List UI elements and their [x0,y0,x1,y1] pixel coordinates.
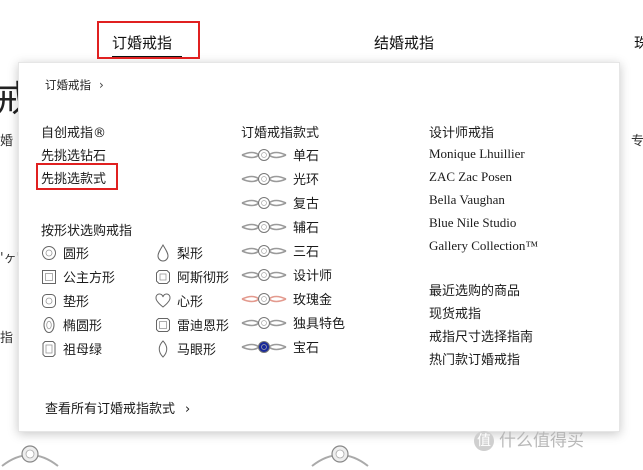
radiant-icon [156,317,170,332]
ring-style-icon [241,172,287,185]
shape-label: 马眼形 [177,343,217,358]
background-text-fragment: 婚 [0,134,14,149]
ready-to-ship-link[interactable]: 现货戒指 [429,303,481,322]
chevron-right-icon: › [185,402,191,417]
ring-style-label: 设计师 [293,269,333,284]
ring-style-icon [241,244,287,257]
ring-style-link[interactable]: 单石 [241,145,319,164]
breadcrumb-label: 订婚戒指 [45,78,91,92]
designer-link-bella-vaughan[interactable]: Bella Vaughan [429,192,505,208]
designer-rings-heading: 设计师戒指 [429,126,495,141]
shape-link-pear[interactable]: 梨形 [155,243,203,262]
view-all-engagement-rings-link[interactable]: 查看所有订婚戒指款式 › [45,398,190,417]
ring-style-label: 独具特色 [293,317,346,332]
ring-style-icon [241,340,287,353]
build-your-own-ring-link[interactable]: 自创戒指® [41,122,106,141]
heart-icon [155,293,171,308]
shape-link-princess[interactable]: 公主方形 [41,267,115,286]
shape-label: 公主方形 [63,271,116,286]
shape-label: 雷迪恩形 [177,319,230,334]
designer-link-gallery-collection[interactable]: Gallery Collection™ [429,238,538,254]
start-with-diamond-link[interactable]: 先挑选钻石 [41,145,106,164]
watermark: 值什么值得买 [474,426,584,451]
round-icon [42,245,56,260]
shape-link-round[interactable]: 圆形 [41,243,89,262]
emerald-icon [42,340,56,357]
background-text-fragment: 指 [0,331,14,346]
ring-style-icon [241,148,287,161]
background-text-fragment: 专 [631,134,643,149]
ring-style-icon [241,316,287,329]
recently-viewed-link[interactable]: 最近选购的商品 [429,280,520,299]
ring-style-label: 复古 [293,197,320,212]
ring-style-link[interactable]: 宝石 [241,337,319,356]
breadcrumb[interactable]: 订婚戒指 › [45,77,104,93]
princess-icon [42,269,56,284]
shape-link-emerald[interactable]: 祖母绿 [41,339,102,358]
designer-link-zac-posen[interactable]: ZAC Zac Posen [429,169,512,185]
oval-icon [43,316,55,333]
smzdm-logo-icon: 值 [474,431,494,451]
ring-style-icon [241,292,287,305]
shape-link-oval[interactable]: 椭圆形 [41,315,102,334]
ring-style-link[interactable]: 复古 [241,193,319,212]
ring-style-label: 光环 [293,173,320,188]
ring-style-label: 宝石 [293,341,320,356]
shape-label: 阿斯彻形 [177,271,230,286]
designer-link-blue-nile-studio[interactable]: Blue Nile Studio [429,215,516,231]
shape-link-marquise[interactable]: 马眼形 [155,339,216,358]
shape-link-cushion[interactable]: 垫形 [41,291,89,310]
shape-link-asscher[interactable]: 阿斯彻形 [155,267,229,286]
highlight-box [97,21,200,59]
cushion-icon [42,293,56,308]
ring-style-link[interactable]: 辅石 [241,217,319,236]
designer-link-monique-lhuillier[interactable]: Monique Lhuillier [429,146,525,162]
ring-style-icon [241,268,287,281]
ring-style-link[interactable]: 玫瑰金 [241,289,332,308]
shape-link-heart[interactable]: 心形 [155,291,203,310]
chevron-right-icon: › [99,78,104,92]
ring-style-label: 三石 [293,245,320,260]
shape-label: 心形 [177,295,204,310]
ring-style-label: 玫瑰金 [293,293,333,308]
ring-style-link[interactable]: 三石 [241,241,319,260]
ring-style-link[interactable]: 独具特色 [241,313,345,332]
popular-engagement-rings-link[interactable]: 热门款订婚戒指 [429,349,520,368]
highlight-box [36,163,118,190]
shape-label: 圆形 [63,247,90,262]
ring-style-link[interactable]: 光环 [241,169,319,188]
engagement-rings-dropdown: 订婚戒指 › 自创戒指® 先挑选钻石 先挑选款式 按形状选购戒指 圆形 梨形 公主… [18,62,620,432]
shape-label: 椭圆形 [63,319,103,334]
ring-image [311,445,369,467]
watermark-text: 什么值得买 [499,431,584,451]
ring-size-guide-link[interactable]: 戒指尺寸选择指南 [429,326,533,345]
ring-style-icon [241,220,287,233]
ring-style-label: 单石 [293,149,320,164]
tab-wedding-rings[interactable]: 结婚戒指 [374,32,434,53]
pear-icon [157,243,169,261]
ring-style-link[interactable]: 设计师 [241,265,332,284]
marquise-icon [158,339,168,358]
asscher-icon [156,269,170,284]
view-all-label: 查看所有订婚戒指款式 [45,402,176,417]
shape-label: 祖母绿 [63,343,103,358]
shape-link-radiant[interactable]: 雷迪恩形 [155,315,229,334]
ring-image [1,445,59,467]
shape-label: 梨形 [177,247,204,262]
ring-styles-heading: 订婚戒指款式 [241,126,320,141]
ring-style-label: 辅石 [293,221,320,236]
ring-style-icon [241,196,287,209]
tab-jewelry[interactable]: 珠 [634,32,643,53]
shape-label: 垫形 [63,295,90,310]
shop-by-shape-heading: 按形状选购戒指 [41,224,133,239]
